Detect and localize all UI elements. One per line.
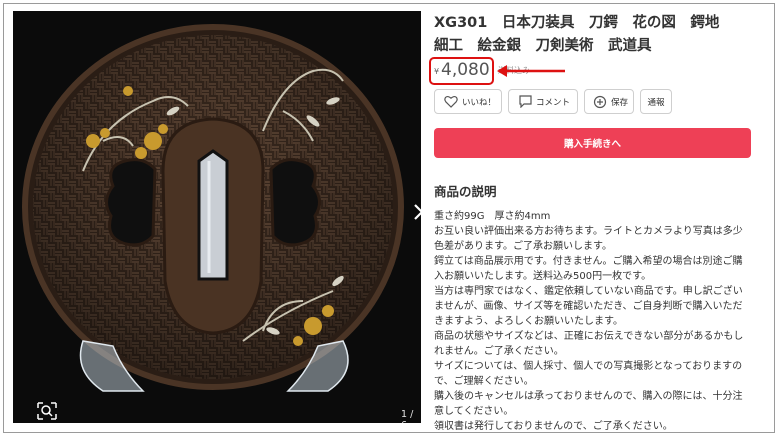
heart-icon (444, 95, 458, 108)
purchase-button[interactable]: 購入手続きへ (434, 128, 751, 158)
description-line: 当方は専門家ではなく、鑑定依頼していない商品です。申し訳ござい (434, 286, 743, 297)
report-button[interactable]: 通報 (640, 89, 672, 114)
like-button[interactable]: いいね！ (434, 89, 502, 114)
description-line: ませんが、画像、サイズ等を確認いただき、ご自身判断で購入いただ (434, 301, 743, 312)
description-line: 色差があります。ご了承お願いします。 (434, 241, 612, 252)
save-label: 保存 (611, 97, 629, 108)
comment-icon (519, 95, 532, 108)
comment-label: コメント (536, 97, 571, 108)
save-button[interactable]: 保存 (584, 89, 634, 114)
report-label: 通報 (647, 97, 665, 108)
comment-button[interactable]: コメント (508, 89, 578, 114)
description-line: で、ご理解ください。 (434, 376, 534, 387)
like-label: いいね！ (462, 97, 497, 108)
description-line: お互い良い評価出来る方お待ちます。ライトとカメラより写真は多少 (434, 226, 743, 237)
chevron-right-icon[interactable] (409, 201, 421, 223)
annotation-arrow-icon (497, 65, 565, 77)
bookmark-add-icon (593, 95, 607, 108)
item-title-line2: 細工 絵金銀 刀剣美術 武道具 (434, 38, 652, 54)
description-line: れません。ご了承ください。 (434, 346, 564, 357)
tsuba-image (13, 11, 421, 423)
image-counter: 1 / 6 (401, 409, 414, 423)
description-line: 領収書は発行しておりませんので、ご了承ください。 (434, 421, 673, 432)
description-line: 商品の状態やサイズなどは、正確にお伝えできない部分があるかもし (434, 331, 744, 342)
description-line: 購入後のキャンセルは承っておりませんので、購入の際には、十分注 (434, 391, 743, 402)
description-line: 入お願いいたします。送料込み500円一枚です。 (434, 271, 652, 282)
price-highlight-box (429, 57, 494, 85)
description-line: きますよう、よろしくお願いいたします。 (434, 316, 623, 327)
product-photo[interactable]: 1 / 6 (13, 11, 421, 423)
description-heading: 商品の説明 (434, 184, 497, 199)
description-line: 重さ約99G 厚さ約4mm (434, 211, 551, 222)
item-title: XG301 日本刀装具 刀鍔 花の図 鍔地 細工 絵金銀 刀剣美術 武道具 (434, 12, 754, 58)
description-line: 鍔立ては商品展示用です。付きません。ご購入希望の場合は別途ご購 (434, 256, 743, 267)
description-line: 意してください。 (434, 406, 514, 417)
purchase-label: 購入手続きへ (563, 139, 621, 150)
description-line: サイズについては、個人採寸、個人での写真撮影となっておりますの (434, 361, 743, 372)
zoom-icon[interactable] (35, 400, 59, 422)
item-title-line1: XG301 日本刀装具 刀鍔 花の図 鍔地 (434, 15, 720, 31)
description-body: 重さ約99G 厚さ約4mm お互い良い評価出来る方お待ちます。ライトとカメラより… (434, 209, 764, 434)
